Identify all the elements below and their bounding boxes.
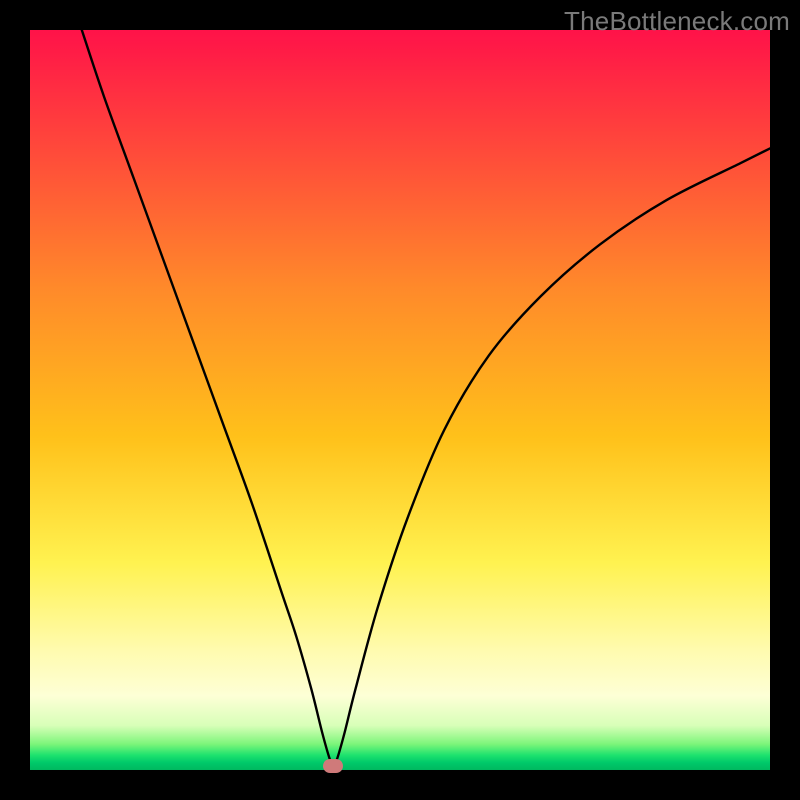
bottleneck-chart: TheBottleneck.com [0,0,800,800]
bottleneck-curve-path [82,30,770,766]
curve-svg [30,30,770,770]
optimal-point-marker [323,759,343,773]
plot-area [30,30,770,770]
watermark-text: TheBottleneck.com [564,6,790,37]
